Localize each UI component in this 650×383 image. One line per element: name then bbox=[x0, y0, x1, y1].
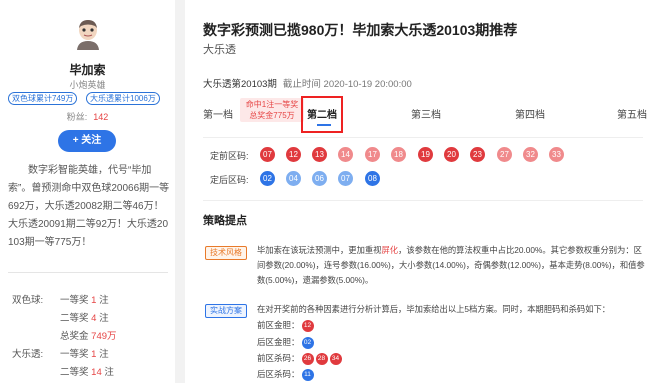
active-tab-highlight bbox=[301, 96, 343, 133]
author-name: 毕加索 bbox=[69, 63, 106, 77]
record-row: 总奖金 749万 bbox=[60, 328, 117, 342]
front-ball: 13 bbox=[312, 147, 327, 162]
record-ssq-label: 双色球: bbox=[12, 295, 44, 306]
front-ball: 19 bbox=[418, 147, 433, 162]
back-ball: 08 bbox=[365, 171, 380, 186]
front-ball: 12 bbox=[286, 147, 301, 162]
follow-button[interactable]: + 关注 bbox=[58, 130, 116, 152]
author-subtitle: 小炮英雄 bbox=[69, 80, 106, 90]
front-ball: 18 bbox=[391, 147, 406, 162]
record-dlt-label: 大乐透: bbox=[12, 349, 44, 360]
ssq-total-tag: 双色球累计749万 bbox=[8, 92, 78, 105]
fans-info: 粉丝: 142 bbox=[0, 110, 175, 123]
front-zone-label: 定前区码: bbox=[210, 151, 249, 161]
tech-style-chip: 技术风格 bbox=[205, 246, 247, 260]
front-kill-ball: 26 bbox=[301, 352, 314, 365]
record-row: 一等奖 1 注 bbox=[60, 292, 109, 306]
front-ball: 32 bbox=[523, 147, 538, 162]
tab-tier-3[interactable]: 第三档 bbox=[411, 106, 441, 121]
front-ball: 14 bbox=[338, 147, 353, 162]
article-subtitle: 大乐透 bbox=[203, 44, 236, 56]
record-prize: 总奖金 bbox=[60, 331, 89, 342]
deadline: 截止时间 2020-10-19 20:00:00 bbox=[282, 79, 412, 90]
front-kill-label: 前区杀码： bbox=[257, 353, 300, 363]
avatar[interactable] bbox=[74, 18, 102, 50]
back-gold-label: 后区金胆： bbox=[257, 337, 300, 347]
divider bbox=[8, 272, 168, 273]
record-row: 二等奖 4 注 bbox=[60, 310, 109, 324]
record-unit: 注 bbox=[99, 349, 109, 360]
record-prize: 一等奖 bbox=[60, 295, 89, 306]
record-prize: 二等奖 bbox=[60, 313, 89, 324]
back-kill-row: 后区杀码： 11 bbox=[257, 368, 314, 382]
back-zone-label: 定后区码: bbox=[210, 175, 249, 185]
front-ball: 33 bbox=[549, 147, 564, 162]
back-zone-row: 定后区码: 02 04 06 07 08 bbox=[210, 171, 630, 187]
tech-style-text: 毕加索在该玩法预测中，更加重视屏化，该参数在他的算法权重中占比20.00%。其它… bbox=[257, 243, 645, 288]
back-kill-label: 后区杀码： bbox=[257, 369, 300, 379]
record-unit: 注 bbox=[99, 313, 109, 324]
issue-info: 大乐透第20103期 截止时间 2020-10-19 20:00:00 bbox=[203, 76, 412, 90]
front-kill-ball: 28 bbox=[315, 352, 328, 365]
record-unit: 注 bbox=[104, 367, 114, 378]
fans-count: 142 bbox=[93, 112, 109, 122]
practical-plan-text: 在对开奖前的各种因素进行分析计算后，毕加索给出以上5档方案。同时，本期胆码和杀码… bbox=[257, 304, 611, 314]
tab-tier-4[interactable]: 第四档 bbox=[515, 106, 545, 121]
record-count: 749万 bbox=[91, 331, 117, 342]
back-ball: 07 bbox=[338, 171, 353, 186]
record-row: 一等奖 1 注 bbox=[60, 346, 109, 360]
record-count: 4 bbox=[91, 313, 97, 324]
active-tab-underline bbox=[317, 124, 331, 126]
front-gold-label: 前区金胆： bbox=[257, 320, 300, 330]
record-unit: 注 bbox=[99, 295, 109, 306]
front-ball: 27 bbox=[497, 147, 512, 162]
issue-number: 大乐透第20103期 bbox=[203, 79, 277, 90]
divider bbox=[203, 137, 643, 138]
tab-tier-5[interactable]: 第五档 bbox=[617, 106, 647, 121]
front-gold-ball: 12 bbox=[301, 319, 314, 332]
record-prize: 二等奖 bbox=[60, 367, 89, 378]
record-count: 14 bbox=[91, 367, 102, 378]
front-ball: 17 bbox=[365, 147, 380, 162]
dlt-total-tag: 大乐透累计1006万 bbox=[86, 92, 160, 105]
article-panel: 数字彩预测已揽980万！毕加索大乐透20103期推荐 大乐透 大乐透第20103… bbox=[185, 0, 650, 383]
article-title: 数字彩预测已揽980万！毕加索大乐透20103期推荐 bbox=[203, 22, 518, 38]
author-panel: 毕加索 小炮英雄 双色球累计749万 大乐透累计1006万 粉丝: 142 + 关… bbox=[0, 0, 175, 383]
tab-tier-1[interactable]: 第一档 bbox=[203, 106, 233, 121]
front-ball: 20 bbox=[444, 147, 459, 162]
back-ball: 02 bbox=[260, 171, 275, 186]
strategy-title: 策略提点 bbox=[203, 215, 247, 227]
front-ball: 07 bbox=[260, 147, 275, 162]
back-kill-ball: 11 bbox=[301, 368, 314, 381]
author-bio: 数字彩智能英雄，代号“毕加索”。曾预测命中双色球20066期一等692万，大乐透… bbox=[8, 165, 170, 248]
front-gold-row: 前区金胆： 12 bbox=[257, 319, 314, 333]
practical-plan-chip: 实战方案 bbox=[205, 304, 247, 318]
back-ball: 04 bbox=[286, 171, 301, 186]
record-count: 1 bbox=[91, 295, 97, 306]
record-row: 二等奖 14 注 bbox=[60, 364, 114, 378]
divider bbox=[203, 200, 643, 201]
back-gold-ball: 02 bbox=[301, 336, 314, 349]
fans-label: 粉丝: bbox=[66, 112, 88, 122]
back-gold-row: 后区金胆： 02 bbox=[257, 336, 314, 350]
record-prize: 一等奖 bbox=[60, 349, 89, 360]
front-ball: 23 bbox=[470, 147, 485, 162]
back-ball: 06 bbox=[312, 171, 327, 186]
tech-style-text-a: 毕加索在该玩法预测中，更加重视 bbox=[257, 245, 382, 255]
front-zone-row: 定前区码: 07 12 13 14 17 18 19 20 23 27 32 3… bbox=[210, 147, 630, 163]
tech-style-highlight: 屏化 bbox=[381, 245, 399, 255]
front-kill-ball: 34 bbox=[329, 352, 342, 365]
record-count: 1 bbox=[91, 349, 97, 360]
front-kill-row: 前区杀码： 26 28 34 bbox=[257, 352, 342, 366]
tier-tabs: 第一档 第二档 第三档 第四档 第五档 bbox=[185, 98, 650, 134]
